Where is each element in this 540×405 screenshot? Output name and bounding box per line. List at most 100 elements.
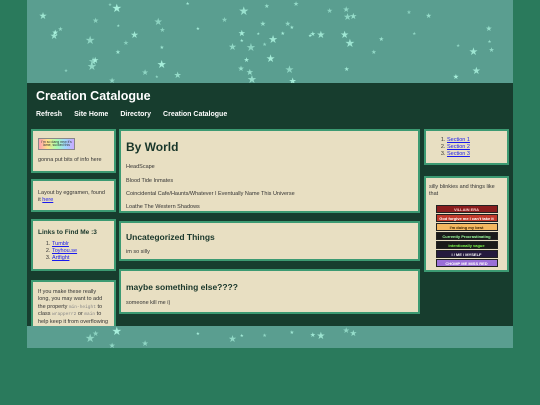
- social-links-list: Tumblr Toyhou.se Artfight: [38, 241, 109, 262]
- star-icon: ★: [228, 333, 237, 344]
- section-1-link[interactable]: Section 1: [447, 137, 470, 143]
- star-icon: ★: [308, 33, 313, 39]
- star-icon: ★: [195, 330, 200, 336]
- blinkie-image: I'm doing my best: [435, 222, 498, 231]
- nav-directory[interactable]: Directory: [120, 111, 151, 118]
- rainbow-badge-image: I'm so dang new it's lame, sucked this: [38, 138, 75, 150]
- list-item: Section 3: [447, 151, 504, 158]
- star-icon: ★: [108, 340, 116, 348]
- star-icon: ★: [456, 43, 461, 49]
- section-2-link[interactable]: Section 2: [447, 144, 470, 150]
- star-icon: ★: [309, 331, 316, 339]
- star-icon: ★: [412, 31, 417, 37]
- star-icon: ★: [155, 73, 159, 79]
- star-icon: ★: [349, 327, 358, 338]
- star-icon: ★: [280, 31, 285, 37]
- artfight-link[interactable]: Artfight: [52, 255, 69, 261]
- toyhouse-link[interactable]: Toyhou.se: [52, 248, 77, 254]
- blinkie-image: I / ME / MYSELF: [435, 249, 498, 258]
- star-icon: ★: [116, 22, 121, 28]
- star-icon: ★: [340, 29, 350, 41]
- star-icon: ★: [316, 331, 326, 343]
- star-icon: ★: [159, 26, 166, 34]
- uncategorized-section: Uncategorized Things im so silly: [119, 221, 420, 261]
- links-heading: Links to Find Me :3: [38, 229, 97, 236]
- star-icon: ★: [452, 73, 460, 81]
- list-item: Toyhou.se: [52, 248, 109, 255]
- star-icon: ★: [268, 33, 278, 46]
- something-else-section: maybe something else???? someone kill me…: [119, 269, 420, 314]
- blinkie-image: God forgive me I can't take it: [435, 213, 498, 222]
- star-icon: ★: [256, 31, 261, 37]
- star-icon: ★: [38, 11, 48, 23]
- star-icon: ★: [259, 18, 267, 28]
- star-icon: ★: [485, 24, 493, 34]
- star-icon: ★: [239, 333, 244, 339]
- credit-link[interactable]: here: [42, 197, 53, 203]
- world-item-blood-tide: Blood Tide Inmates: [126, 177, 174, 184]
- code-min-height: min-height: [68, 304, 96, 310]
- star-icon: ★: [284, 63, 295, 76]
- star-icon: ★: [141, 67, 149, 77]
- star-icon: ★: [91, 55, 100, 66]
- star-icon: ★: [111, 326, 122, 338]
- badge-text: I'm so dang new it's lame, sucked this: [41, 139, 72, 147]
- by-world-section: By World HeadScape Blood Tide Inmates Co…: [119, 129, 420, 213]
- star-icon: ★: [344, 37, 355, 50]
- star-icon: ★: [471, 66, 481, 78]
- tumblr-link[interactable]: Tumblr: [52, 241, 69, 247]
- code-main: main: [84, 312, 96, 318]
- star-icon: ★: [293, 0, 300, 8]
- star-icon: ★: [289, 330, 295, 337]
- star-icon: ★: [130, 29, 139, 41]
- top-nav: Refresh Site Home Directory Creation Cat…: [36, 111, 227, 118]
- something-else-heading: maybe something else????: [126, 282, 238, 292]
- nav-site-home[interactable]: Site Home: [74, 111, 108, 118]
- star-icon: ★: [237, 64, 245, 74]
- star-icon: ★: [326, 5, 333, 15]
- right-section-nav: Section 1 Section 2 Section 3: [424, 129, 509, 165]
- star-icon: ★: [243, 56, 250, 64]
- left-credit-box: Layout by eggramen, found it here: [31, 179, 116, 212]
- nav-refresh[interactable]: Refresh: [36, 111, 62, 118]
- credit-line: Layout by eggramen, found it here: [38, 190, 109, 205]
- left-links-box: Links to Find Me :3 Tumblr Toyhou.se Art…: [31, 219, 116, 271]
- star-icon: ★: [195, 26, 200, 32]
- star-icon: ★: [487, 39, 492, 45]
- blinkie-image: Currently Procrastinating: [435, 231, 498, 240]
- blinkie-image: intentionally vague: [435, 240, 498, 249]
- star-icon: ★: [228, 41, 237, 52]
- by-world-heading: By World: [126, 140, 179, 154]
- code-wrapper: wrapperr2: [52, 312, 77, 318]
- something-else-text: someone kill me i): [126, 300, 171, 307]
- star-icon: ★: [156, 58, 167, 71]
- star-icon: ★: [316, 30, 326, 42]
- list-item: Section 2: [447, 144, 504, 151]
- star-icon: ★: [262, 333, 267, 339]
- nav-creation-catalogue[interactable]: Creation Catalogue: [163, 111, 227, 118]
- star-icon: ★: [343, 11, 352, 23]
- star-icon: ★: [237, 28, 246, 39]
- star-icon: ★: [265, 53, 276, 65]
- star-icon: ★: [141, 339, 149, 348]
- star-icon: ★: [284, 20, 291, 28]
- list-item: Artfight: [52, 255, 109, 262]
- blinkie-list: VILLAIN ERA God forgive me I can't take i…: [429, 204, 504, 267]
- star-icon: ★: [262, 42, 267, 48]
- star-icon: ★: [111, 2, 122, 15]
- world-item-coincidental-cafe: Coincidental Cafe/Haunts/Whatever I Even…: [126, 191, 295, 198]
- list-item: Tumblr: [52, 241, 109, 248]
- list-item: Section 1: [447, 137, 504, 144]
- uncategorized-text: im so silly: [126, 249, 150, 256]
- star-icon: ★: [92, 328, 100, 338]
- star-icon: ★: [245, 42, 257, 55]
- star-icon: ★: [51, 27, 59, 37]
- star-icon: ★: [406, 9, 412, 16]
- site-title: Creation Catalogue: [36, 89, 151, 103]
- star-icon: ★: [239, 38, 244, 44]
- star-icon: ★: [488, 46, 495, 54]
- section-3-link[interactable]: Section 3: [447, 151, 470, 157]
- info-text: gonna put bits of info here: [38, 157, 102, 163]
- right-blinkies-box: silly blinkies and things like that VILL…: [424, 176, 509, 272]
- world-item-loathe: Loathe The Western Shadows: [126, 204, 200, 211]
